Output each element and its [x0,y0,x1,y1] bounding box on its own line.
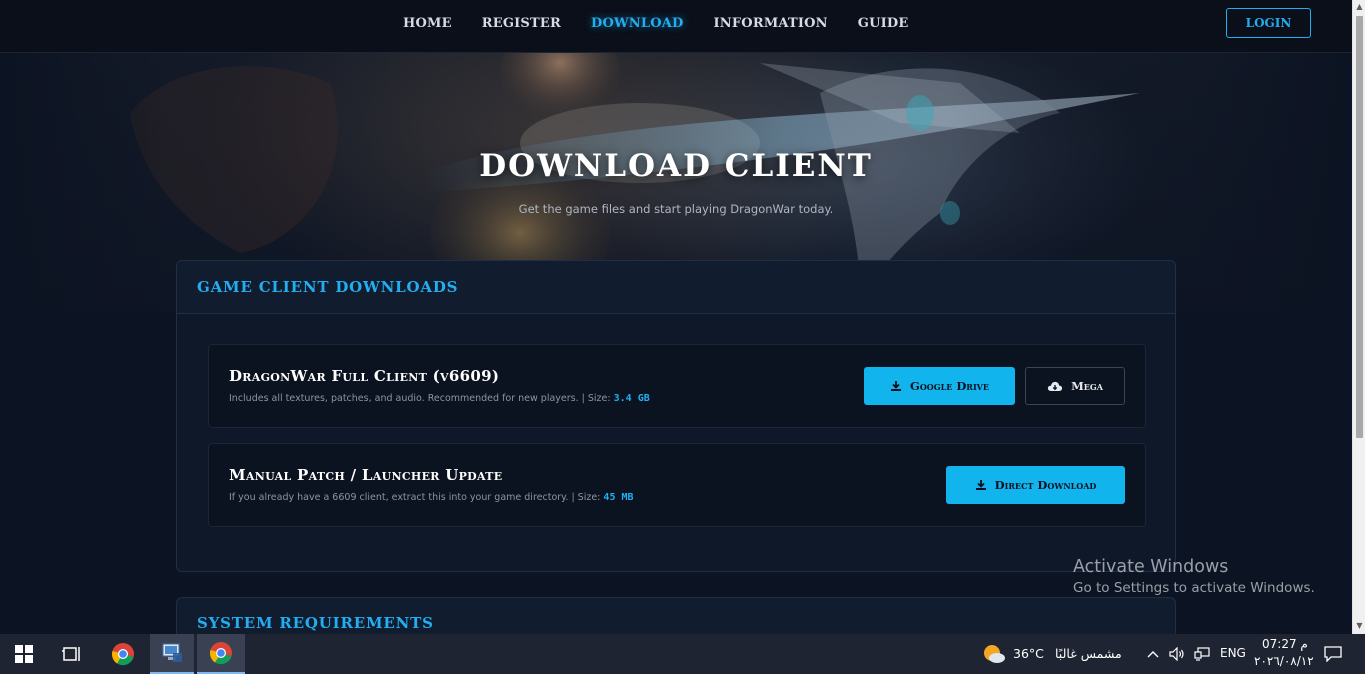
download-item-size: 3.4 GB [613,393,650,404]
download-item-desc-text: Includes all textures, patches, and audi… [229,393,611,404]
task-view-icon [62,647,80,661]
download-item-size: 45 MB [603,492,634,503]
windows-logo-icon [15,645,33,663]
download-item-title: Manual Patch / Launcher Update [229,466,503,484]
nav-links: HOME REGISTER DOWNLOAD INFORMATION GUIDE [388,0,923,47]
partly-sunny-icon [984,645,1005,663]
browser-viewport: HOME REGISTER DOWNLOAD INFORMATION GUIDE… [0,0,1352,634]
downloads-card-header: GAME CLIENT DOWNLOADS [177,261,1175,314]
notifications-button[interactable] [1318,634,1348,674]
chrome-icon [209,642,232,665]
system-requirements-title: SYSTEM REQUIREMENTS [197,614,434,632]
top-navbar: HOME REGISTER DOWNLOAD INFORMATION GUIDE… [0,0,1352,53]
network-icon [1194,647,1210,661]
google-drive-button[interactable]: Google Drive [864,367,1015,405]
page-scrollbar[interactable]: ▲ ▼ [1352,0,1365,634]
clock-date[interactable]: ٢٠٢٦/٠٨/١٢ [1254,654,1314,668]
notification-icon [1324,646,1342,662]
show-hidden-icons-button[interactable] [1143,634,1163,674]
weather-temperature: 36°C [1013,646,1044,661]
start-button[interactable] [0,634,48,674]
downloads-card-title: GAME CLIENT DOWNLOADS [197,278,459,296]
taskbar-app-remote[interactable] [150,634,194,674]
windows-taskbar: 36°C مشمس غالبًا ENG 07:27 م ٢٠٢٦/٠٨/١٢ [0,634,1365,674]
activate-windows-watermark: Activate Windows Go to Settings to activ… [1073,557,1315,596]
nav-guide[interactable]: GUIDE [858,16,909,31]
chrome-icon [111,643,134,666]
download-item-desc-text: If you already have a 6609 client, extra… [229,492,601,503]
computer-app-icon [162,643,182,662]
download-item-description: If you already have a 6609 client, extra… [229,492,634,503]
download-item-patch: Manual Patch / Launcher Update If you al… [208,443,1146,527]
download-icon [891,381,901,391]
activate-windows-title: Activate Windows [1073,557,1229,577]
google-drive-button-label: Google Drive [910,379,989,393]
scroll-down-arrow-icon[interactable]: ▼ [1353,619,1365,633]
nav-home[interactable]: HOME [403,16,452,31]
download-icon [975,480,986,490]
chevron-up-icon [1147,651,1159,658]
page-title: DOWNLOAD CLIENT [479,148,873,184]
task-view-button[interactable] [48,634,96,674]
taskbar-chrome-1[interactable] [98,634,148,674]
scroll-up-arrow-icon[interactable]: ▲ [1353,0,1365,14]
nav-information[interactable]: INFORMATION [714,16,828,31]
page-subtitle: Get the game files and start playing Dra… [518,202,834,216]
clock-time[interactable]: 07:27 م [1262,637,1308,651]
download-item-title: DragonWar Full Client (v6609) [229,367,500,385]
login-button[interactable]: LOGIN [1226,8,1311,38]
system-requirements-card: SYSTEM REQUIREMENTS [176,597,1176,634]
taskbar-chrome-2[interactable] [197,634,245,674]
weather-description: مشمس غالبًا [1055,646,1122,661]
scrollbar-thumb[interactable] [1356,16,1363,438]
volume-button[interactable] [1166,634,1188,674]
activate-windows-hint: Go to Settings to activate Windows. [1073,580,1315,596]
weather-widget[interactable] [980,634,1008,674]
downloads-card: GAME CLIENT DOWNLOADS DragonWar Full Cli… [176,260,1176,572]
network-button[interactable] [1191,634,1213,674]
mega-button[interactable]: Mega [1025,367,1125,405]
download-item-full-client: DragonWar Full Client (v6609) Includes a… [208,344,1146,428]
nav-register[interactable]: REGISTER [482,16,561,31]
mega-button-label: Mega [1071,379,1103,393]
nav-download[interactable]: DOWNLOAD [591,16,684,31]
direct-download-button-label: Direct Download [994,478,1097,492]
download-item-description: Includes all textures, patches, and audi… [229,393,650,404]
input-language[interactable]: ENG [1220,646,1246,660]
cloud-download-icon [1047,381,1063,391]
direct-download-button[interactable]: Direct Download [946,466,1125,504]
speaker-icon [1169,647,1184,661]
